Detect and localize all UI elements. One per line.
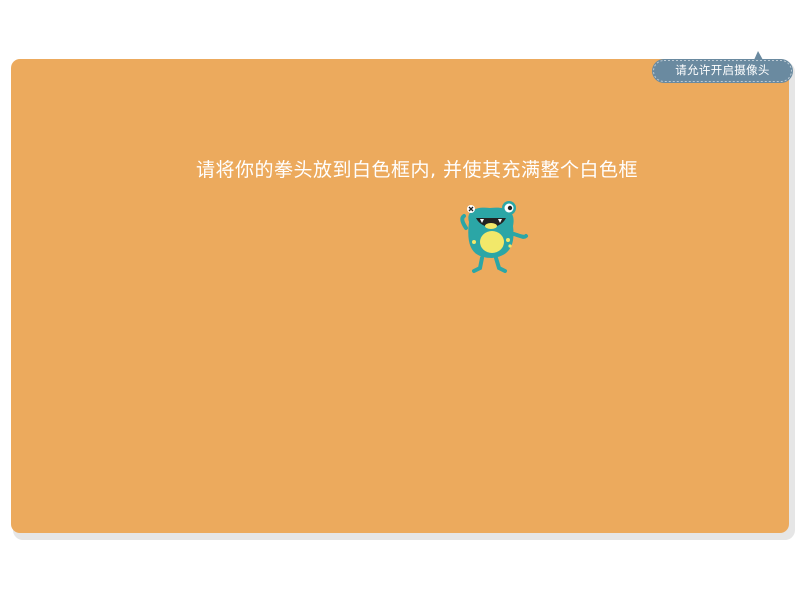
instruction-text: 请将你的拳头放到白色框内, 并使其充满整个白色框 (195, 159, 639, 181)
camera-permission-label: 请允许开启摄像头 (675, 63, 770, 77)
game-screen: 请允许开启摄像头 请将你的拳头放到白色框内, 并使其充满整个白色框 (0, 0, 800, 600)
green-monster-mascot-icon (452, 198, 530, 276)
camera-panel (11, 59, 789, 533)
camera-permission-prompt[interactable]: 请允许开启摄像头 (650, 50, 795, 92)
